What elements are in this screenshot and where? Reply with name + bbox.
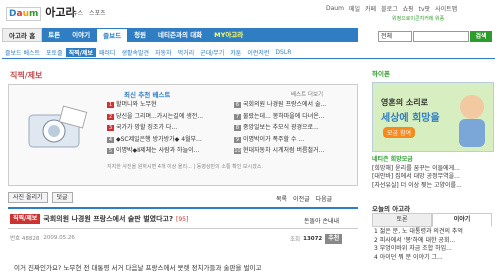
ad-line-1: 영혼의 소리로 bbox=[381, 98, 428, 107]
today-tabs: 토론 이야기 bbox=[372, 213, 492, 227]
tab-story[interactable]: 이야기 bbox=[66, 28, 96, 42]
subnav-car[interactable]: 자동차 bbox=[152, 48, 175, 57]
article-author[interactable]: 돈돌아 손내내 bbox=[304, 216, 339, 225]
search-input[interactable] bbox=[413, 31, 469, 42]
list-button[interactable]: 목록 bbox=[276, 194, 287, 203]
subnav-report[interactable]: 직찍/제보 bbox=[65, 47, 96, 57]
sidebar-link[interactable]: [희망해] 윤리를 꿈꾸는 이들에게... bbox=[372, 165, 494, 174]
post-date: 2009.05.26 bbox=[43, 235, 75, 241]
best-list-right: 6 국회의원 나경원 프랑스에서 술... 7 물랐는데... 봉하마을에 다녀온.… bbox=[234, 99, 356, 157]
top-link-daum[interactable]: Daum bbox=[326, 5, 344, 12]
list-item[interactable]: 3 부엉이바위 자금 조합 하임... bbox=[374, 245, 494, 254]
list-item[interactable]: 1 젊은 분, 노 대통령과 의견의 추억 bbox=[374, 228, 494, 237]
tab-today-debate[interactable]: 토론 bbox=[372, 213, 432, 227]
list-item[interactable]: 10 현대자동차 시계처럼 버름철거... bbox=[234, 145, 356, 157]
list-item[interactable]: 2 당신을 그리며...가시는길에 생전... bbox=[107, 111, 227, 123]
tab-petition[interactable]: 청원 bbox=[128, 28, 152, 42]
daum-logo[interactable]: Daum bbox=[6, 7, 42, 21]
tab-debate[interactable]: 토론 bbox=[42, 28, 66, 42]
tab-my-agora[interactable]: MY아고라 bbox=[208, 28, 249, 42]
best-more-link[interactable]: 베스트 더보기 bbox=[291, 90, 323, 98]
sidebar-link[interactable]: [대안바] 집에서 대망 공정무역을... bbox=[372, 173, 494, 182]
list-item[interactable]: 4 아이던 뭐 분 이야기 그... bbox=[374, 254, 494, 263]
hope-banner-text[interactable]: 위정으로이콘지커에 위풍 bbox=[392, 15, 444, 22]
prev-post-button[interactable]: 이전글 bbox=[293, 194, 310, 203]
subnav-life[interactable]: 생활속발견 bbox=[118, 48, 152, 57]
category-badge: 직찍/제보 bbox=[10, 214, 41, 224]
sidebar-link[interactable]: [자선유실] 더 이상 찢는 고양이를... bbox=[372, 182, 494, 191]
subnav-board-best[interactable]: 즐보드 베스트 bbox=[2, 48, 43, 57]
best-title: 최신 추천 베스트 bbox=[124, 91, 171, 99]
sidebar-title: 하이폰 bbox=[372, 70, 390, 78]
list-item[interactable]: 4 ◆SC제일은행 방가방가◆ 4월부... bbox=[107, 134, 227, 146]
sidebar-links: 네티즌 희망모금 [희망해] 윤리를 꿈꾸는 이들에게... [대안바] 집에서… bbox=[372, 156, 494, 190]
best-list-left: 1 할머니와 노무현 2 당신을 그리며...가시는길에 생전... 3 국가가 망할… bbox=[107, 99, 227, 157]
subnav-dslr[interactable]: DSLR bbox=[272, 49, 294, 56]
subnav-military[interactable]: 군대/무기 bbox=[197, 48, 227, 57]
post-number: 번호 48828 bbox=[10, 236, 40, 242]
next-post-button[interactable]: 다음글 bbox=[316, 194, 333, 203]
page-title: 직찍/제보 bbox=[10, 71, 43, 80]
top-link-shopping[interactable]: 쇼핑 bbox=[403, 4, 414, 13]
nav-news[interactable]: 뉴스 bbox=[72, 8, 83, 17]
subnav-misc[interactable]: 이런저런 bbox=[244, 48, 272, 57]
subnav-parody[interactable]: 패러디 bbox=[96, 48, 119, 57]
article-header: 직찍/제보 국회의원 나경원 프랑스에서 술판 벌였다고? [95] 돈돌아 손… bbox=[8, 207, 358, 229]
subnav-photo[interactable]: 포토즐 bbox=[43, 48, 66, 57]
ad-donate-button[interactable]: 모금 참여 bbox=[383, 127, 415, 138]
child-photo-icon bbox=[453, 89, 491, 149]
hope-ad-banner[interactable]: 영혼의 소리로 세상에 희망을 모금 참여 bbox=[372, 82, 494, 152]
list-item[interactable]: 7 물랐는데... 봉하마을에 다녀온... bbox=[234, 111, 356, 123]
list-item[interactable]: 1 할머니와 노무현 bbox=[107, 99, 227, 111]
top-link-cafe[interactable]: 카페 bbox=[365, 4, 376, 13]
list-item[interactable]: 3 국가가 망할 징조가 다... bbox=[107, 122, 227, 134]
daum-agora-logo[interactable]: Daum 아고라 bbox=[6, 4, 76, 21]
ad-line-2: 세상에 희망을 bbox=[381, 113, 440, 124]
comment-count[interactable]: [95] bbox=[176, 216, 188, 223]
tab-board[interactable]: 즐보드 bbox=[96, 28, 129, 42]
list-item[interactable]: 6 국회의원 나경원 프랑스에서 술... bbox=[234, 99, 356, 111]
list-item[interactable]: 2 피사에서 '봉'하에 대한 공회... bbox=[374, 237, 494, 246]
views-count: 13072 bbox=[303, 236, 323, 242]
list-item[interactable]: 9 이명박이가 폭주할 수 ... bbox=[234, 134, 356, 146]
subnav-food[interactable]: 먹거리 bbox=[175, 48, 198, 57]
top-link-sitemap[interactable]: 사이트맵 bbox=[435, 4, 457, 13]
best-box: 최신 추천 베스트 베스트 더보기 1 할머니와 노무현 2 당신을 그리며...가… bbox=[8, 84, 358, 186]
recommend-badge[interactable]: 추천 bbox=[325, 234, 343, 244]
best-note: 지지한 사진을 원하시면 4개 이상 올리... | 동영상만의 소통 확인 보… bbox=[107, 164, 263, 170]
search-button[interactable]: 검색 bbox=[470, 31, 492, 42]
article-title: 국회의원 나경원 프랑스에서 술판 벌였다고? bbox=[43, 215, 174, 223]
camera-illustration-icon bbox=[21, 103, 91, 158]
top-link-mail[interactable]: 메일 bbox=[349, 4, 360, 13]
top-link-blog[interactable]: 블로그 bbox=[381, 4, 398, 13]
tab-agora-home[interactable]: 아고라 홈 bbox=[2, 28, 43, 42]
today-agora-title: 오늘의 아고라 bbox=[372, 205, 411, 213]
article-body: 이거 진짜인가요? 노무현 전 대통령 서거 다음날 프랑스에서 뭇렛 정치가들… bbox=[14, 264, 262, 272]
search-scope-select[interactable]: 전체 bbox=[378, 31, 412, 42]
post-photo-button[interactable]: 사진 올리기 bbox=[8, 192, 48, 203]
tab-netizen-talk[interactable]: 네티즌과의 대화 bbox=[152, 28, 208, 42]
nav-sports[interactable]: 스포츠 bbox=[89, 8, 106, 17]
tab-today-story[interactable]: 이야기 bbox=[432, 213, 492, 227]
top-link-tvpot[interactable]: tv팟 bbox=[419, 4, 430, 13]
main-nav: 아고라 홈 토론 이야기 즐보드 청원 네티즌과의 대화 MY아고라 bbox=[2, 28, 358, 42]
list-item[interactable]: 5 이명박◆Ⅱ제체는 사람과 하늘이... bbox=[107, 145, 227, 157]
sub-nav: 즐보드 베스트 포토즐 직찍/제보 패러디 생활속발견 자동차 먹거리 군대/무… bbox=[2, 46, 495, 59]
views-label: 조회 bbox=[290, 237, 301, 243]
list-item[interactable]: 8 중앙일보는 추모식 광경으로... bbox=[234, 122, 356, 134]
subnav-cartoon[interactable]: 카툰 bbox=[227, 48, 244, 57]
today-list: 1 젊은 분, 노 대통령과 의견의 추억 2 피사에서 '봉'하에 대한 공회… bbox=[374, 228, 494, 262]
reply-button[interactable]: 덧글 bbox=[51, 192, 73, 203]
sidebar-link[interactable]: 네티즌 희망모금 bbox=[372, 156, 494, 165]
